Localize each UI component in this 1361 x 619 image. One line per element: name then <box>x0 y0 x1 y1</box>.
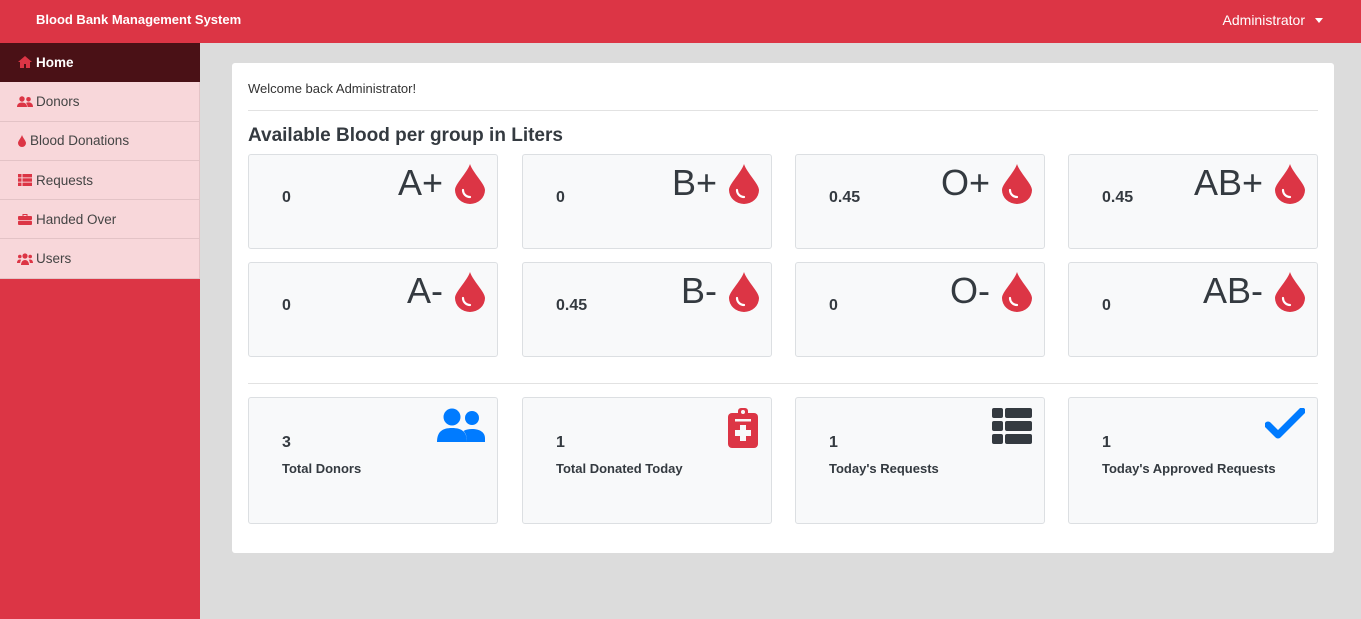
sidebar-item-label: Donors <box>36 93 80 109</box>
blood-drop-icon <box>1002 272 1032 312</box>
stat-value: 1 <box>556 434 565 451</box>
blood-drop-icon <box>729 272 759 312</box>
blood-drop-icon <box>455 164 485 204</box>
sidebar-item-label: Users <box>36 251 72 267</box>
check-icon <box>1264 407 1306 445</box>
blood-drop-icon <box>1275 272 1305 312</box>
stat-value: 1 <box>1102 434 1111 451</box>
stat-label: Today's Approved Requests <box>1102 461 1276 476</box>
sidebar-item-requests[interactable]: Requests <box>0 160 200 201</box>
stat-value: 1 <box>829 434 838 451</box>
blood-volume-value: 0 <box>282 297 291 314</box>
sidebar-item-users[interactable]: Users <box>0 239 200 279</box>
stat-card-total-donors: 3 Total Donors <box>248 397 498 524</box>
blood-group-label: O- <box>950 270 990 311</box>
blood-group-card: 0.45 O+ <box>795 154 1045 249</box>
blood-volume-value: 0 <box>1102 297 1111 314</box>
user-menu-dropdown[interactable]: Administrator <box>1223 12 1323 28</box>
blood-group-card: 0 A- <box>248 262 498 357</box>
divider <box>248 110 1318 111</box>
stat-label: Total Donated Today <box>556 461 683 476</box>
blood-group-label: AB- <box>1202 270 1263 311</box>
blood-volume-value: 0.45 <box>829 189 861 206</box>
users-icon <box>17 94 33 108</box>
stat-card-donated-today: 1 Total Donated Today <box>522 397 772 524</box>
welcome-message: Welcome back Administrator! <box>248 81 417 96</box>
top-navbar: Blood Bank Management System Administrat… <box>0 0 1361 43</box>
sidebar-item-handed-over[interactable]: Handed Over <box>0 200 200 240</box>
blood-group-label: O+ <box>940 162 990 203</box>
section-heading: Available Blood per group in Liters <box>248 125 563 146</box>
caret-down-icon <box>1315 18 1323 23</box>
sidebar-item-blood-donations[interactable]: Blood Donations <box>0 121 200 161</box>
blood-group-card: 0.45 B- <box>522 262 772 357</box>
sidebar: Home Donors Blood Donations Requests Han… <box>0 43 200 619</box>
blood-drop-icon <box>1275 164 1305 204</box>
blood-group-card: 0.45 AB+ <box>1068 154 1318 249</box>
blood-drop-icon <box>1002 164 1032 204</box>
app-brand[interactable]: Blood Bank Management System <box>36 12 241 27</box>
users-group-icon <box>17 252 33 266</box>
dashboard-panel: Welcome back Administrator! Available Bl… <box>232 63 1334 553</box>
th-list-icon <box>992 408 1032 449</box>
blood-group-label: A- <box>407 270 443 311</box>
user-friends-icon <box>437 408 485 447</box>
blood-volume-value: 0 <box>829 297 838 314</box>
blood-drop-icon <box>455 272 485 312</box>
blood-group-card: 0 B+ <box>522 154 772 249</box>
blood-drop-icon <box>729 164 759 204</box>
toolbox-icon <box>17 212 33 226</box>
sidebar-item-label: Home <box>36 54 74 70</box>
stat-label: Today's Requests <box>829 461 939 476</box>
divider <box>248 383 1318 384</box>
list-icon <box>17 173 33 187</box>
blood-group-label: AB+ <box>1193 162 1263 203</box>
sidebar-item-donors[interactable]: Donors <box>0 82 200 122</box>
blood-volume-value: 0 <box>556 189 565 206</box>
blood-group-label: A+ <box>397 162 443 203</box>
blood-volume-value: 0.45 <box>556 297 588 314</box>
blood-volume-value: 0 <box>282 189 291 206</box>
blood-group-label: B- <box>681 270 717 311</box>
sidebar-item-label: Handed Over <box>36 211 117 227</box>
tint-icon <box>17 134 27 148</box>
stat-label: Total Donors <box>282 461 362 476</box>
sidebar-item-home[interactable]: Home <box>0 43 200 83</box>
stat-card-todays-requests: 1 Today's Requests <box>795 397 1045 524</box>
blood-group-card: 0 O- <box>795 262 1045 357</box>
blood-volume-value: 0.45 <box>1102 189 1134 206</box>
blood-group-label: B+ <box>671 162 717 203</box>
blood-group-card: 0 A+ <box>248 154 498 249</box>
stat-value: 3 <box>282 434 291 451</box>
home-icon <box>17 55 33 69</box>
stat-card-approved-requests: 1 Today's Approved Requests <box>1068 397 1318 524</box>
user-menu-label: Administrator <box>1222 12 1305 28</box>
sidebar-item-label: Requests <box>36 172 94 188</box>
blood-group-card: 0 AB- <box>1068 262 1318 357</box>
sidebar-item-label: Blood Donations <box>30 133 130 149</box>
clipboard-medical-icon <box>728 408 758 453</box>
